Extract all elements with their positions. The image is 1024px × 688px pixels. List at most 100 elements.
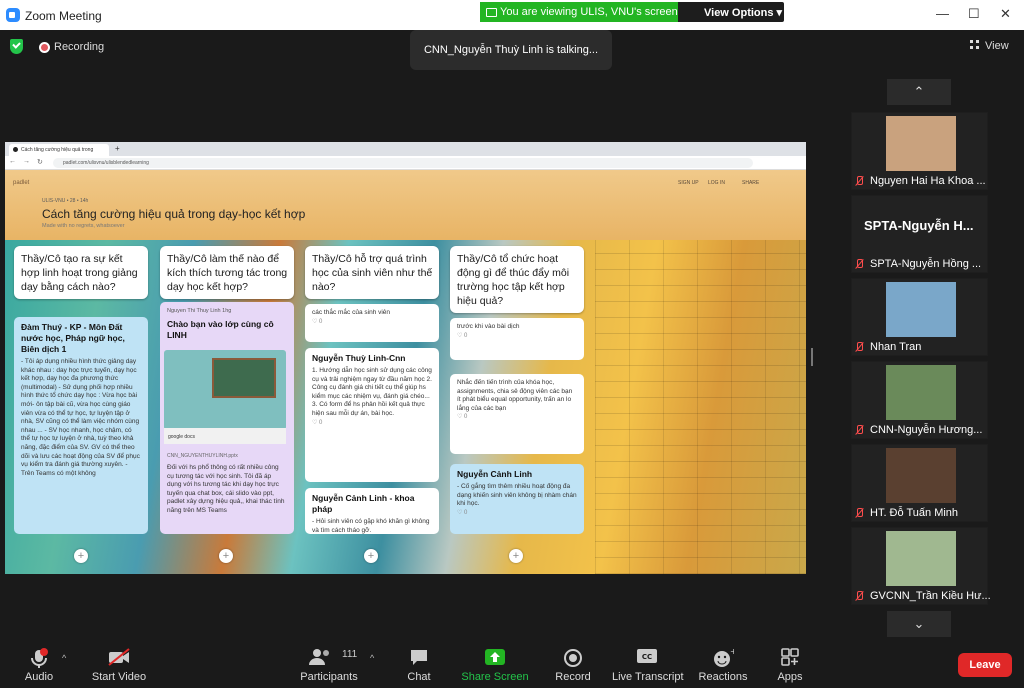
- post-body: 1. Hướng dẫn học sinh sử dụng các công c…: [312, 367, 432, 417]
- google-docs-label: google docs: [164, 428, 286, 444]
- participant-video: [886, 448, 956, 503]
- add-post-button[interactable]: +: [74, 549, 88, 563]
- forward-icon[interactable]: →: [23, 158, 30, 165]
- audio-button[interactable]: Audio: [14, 640, 64, 688]
- signup-link[interactable]: SIGN UP: [678, 180, 699, 186]
- post-time: 1hg: [222, 308, 232, 314]
- post-card[interactable]: trước khi vào bài dịch ♡ 0: [450, 318, 584, 360]
- post-card[interactable]: Đàm Thuý - KP - Môn Đất nước học, Pháp n…: [14, 317, 148, 534]
- share-screen-button[interactable]: Share Screen: [460, 640, 530, 688]
- chat-button[interactable]: Chat: [396, 640, 442, 688]
- browser-url[interactable]: padlet.com/ulisvnu/ulisblendedlearning: [53, 158, 753, 168]
- post-author-row: Nguyen Thi Thuy Linh 1hg: [167, 307, 287, 316]
- post-card[interactable]: Nguyễn Cảnh Linh - Cố gắng tìm thêm nhiề…: [450, 464, 584, 534]
- participants-options-caret[interactable]: ^: [370, 653, 374, 663]
- like-count: 0: [464, 509, 468, 516]
- participants-button[interactable]: 111 Participants: [296, 640, 362, 688]
- participant-name: Nguyen Hai Ha Khoa ...: [870, 175, 986, 187]
- view-button[interactable]: View: [970, 40, 1009, 52]
- add-post-button[interactable]: +: [219, 549, 233, 563]
- column-header: Thầy/Cô làm thế nào để kích thích tương …: [160, 246, 294, 299]
- panel-resize-handle[interactable]: [811, 348, 813, 366]
- meeting-toolbar: Audio ^ Start Video 111 Participants ^ C…: [0, 640, 1024, 688]
- post-card[interactable]: Nhắc đến tiến trình của khóa học, assign…: [450, 374, 584, 454]
- post-body: các thắc mắc của sinh viên: [312, 309, 391, 316]
- post-body: - Hỏi sinh viên có gặp khó khăn gì không…: [312, 518, 430, 534]
- start-video-button[interactable]: Start Video: [86, 640, 152, 688]
- new-tab-icon[interactable]: +: [115, 144, 120, 153]
- post-card[interactable]: Nguyen Thi Thuy Linh 1hg Chào bạn vào lớ…: [160, 302, 294, 534]
- board-brick-texture: [595, 240, 806, 574]
- chalkboard-image: [212, 358, 276, 398]
- participant-tile-6[interactable]: GVCNN_Trần Kiều Hư...: [851, 527, 991, 605]
- muted-mic-icon: [854, 342, 864, 352]
- slide-thumbnail[interactable]: [164, 350, 286, 430]
- post-title: Nguyễn Cảnh Linh - khoa pháp: [312, 493, 415, 514]
- record-button[interactable]: Record: [548, 640, 598, 688]
- participant-tile-3[interactable]: Nhan Tran: [851, 278, 988, 356]
- padlet-board: padlet SIGN UP LOG IN SHARE ULIS-VNU • 2…: [5, 170, 806, 574]
- participant-tile-4[interactable]: CNN-Nguyễn Hương...: [851, 361, 988, 439]
- participant-tile-2[interactable]: SPTA-Nguyễn H... SPTA-Nguyễn Hồng ...: [851, 195, 988, 273]
- live-transcript-button[interactable]: CC Live Transcript: [612, 640, 684, 688]
- post-body: Đối với hs phổ thông có rất nhiều công c…: [167, 464, 285, 514]
- scroll-up-button[interactable]: ⌃: [887, 79, 951, 105]
- like-icon[interactable]: ♡: [457, 414, 464, 420]
- shared-screen: Cách tăng cường hiệu quả trong + ← → ↻ p…: [5, 142, 806, 574]
- like-icon[interactable]: ♡: [312, 420, 319, 426]
- minimize-button[interactable]: —: [936, 6, 949, 21]
- viewing-screen-label: You are viewing ULIS, VNU's screen: [480, 2, 678, 22]
- reactions-button[interactable]: + Reactions: [696, 640, 750, 688]
- padlet-logo: padlet: [13, 180, 30, 186]
- post-title: Chào bạn vào lớp cùng cô LINH: [167, 318, 274, 340]
- post-title: Đàm Thuý - KP - Môn Đất nước học, Pháp n…: [21, 322, 125, 354]
- login-link[interactable]: LOG IN: [708, 180, 725, 186]
- post-card[interactable]: Nguyễn Thuỳ Linh-Cnn 1. Hướng dẫn học si…: [305, 348, 439, 482]
- video-off-icon: [108, 648, 130, 666]
- browser-tab[interactable]: Cách tăng cường hiệu quả trong: [9, 144, 109, 156]
- close-button[interactable]: ✕: [1000, 6, 1011, 22]
- audio-options-caret[interactable]: ^: [62, 653, 66, 663]
- window-title: Zoom Meeting: [25, 9, 102, 23]
- participant-name: HT. Đỗ Tuấn Minh: [870, 507, 959, 519]
- like-count: 0: [319, 318, 323, 325]
- apps-icon: [781, 648, 799, 666]
- share-link[interactable]: SHARE: [742, 180, 759, 186]
- post-author: Nguyen Thi Thuy Linh: [167, 308, 221, 314]
- back-icon[interactable]: ←: [9, 158, 16, 165]
- post-card[interactable]: Nguyễn Cảnh Linh - khoa pháp - Hỏi sinh …: [305, 488, 439, 534]
- video-label: Start Video: [91, 671, 147, 683]
- reload-icon[interactable]: ↻: [37, 158, 43, 166]
- zoom-app-icon: [6, 8, 20, 22]
- participant-name: SPTA-Nguyễn Hồng ...: [870, 258, 982, 270]
- scroll-down-button[interactable]: ⌄: [887, 611, 951, 637]
- like-icon[interactable]: ♡: [457, 510, 464, 516]
- post-card[interactable]: các thắc mắc của sinh viên ♡ 0: [305, 304, 439, 342]
- share-screen-icon: [485, 649, 505, 665]
- security-shield-icon[interactable]: [10, 39, 23, 54]
- padlet-column-4: Thầy/Cô tổ chức hoạt động gì để thúc đẩy…: [450, 246, 584, 534]
- add-post-button[interactable]: +: [364, 549, 378, 563]
- svg-text:+: +: [730, 648, 734, 656]
- muted-mic-icon: [854, 591, 864, 601]
- reactions-label: Reactions: [698, 671, 748, 683]
- participant-tile-1[interactable]: Nguyen Hai Ha Khoa ...: [851, 112, 988, 190]
- like-icon[interactable]: ♡: [312, 319, 319, 325]
- view-options-button[interactable]: View Options ▾: [704, 6, 782, 19]
- post-body: trước khi vào bài dịch: [457, 323, 520, 330]
- leave-button[interactable]: Leave: [958, 653, 1012, 677]
- record-icon: [564, 649, 582, 667]
- live-transcript-label: Live Transcript: [612, 671, 684, 683]
- participant-video: [886, 282, 956, 337]
- like-icon[interactable]: ♡: [457, 333, 464, 339]
- participant-name: GVCNN_Trần Kiều Hư...: [870, 590, 991, 602]
- apps-button[interactable]: Apps: [770, 640, 810, 688]
- post-title: Nguyễn Thuỳ Linh-Cnn: [312, 353, 406, 363]
- attachment-filename[interactable]: CNN_NGUYENTHUYLINH.pptx: [167, 452, 238, 461]
- participant-tile-5[interactable]: HT. Đỗ Tuấn Minh: [851, 444, 988, 522]
- maximize-button[interactable]: ☐: [968, 6, 980, 22]
- participants-label: Participants: [300, 671, 358, 683]
- chat-label: Chat: [407, 671, 431, 683]
- add-post-button[interactable]: +: [509, 549, 523, 563]
- apps-label: Apps: [777, 671, 803, 683]
